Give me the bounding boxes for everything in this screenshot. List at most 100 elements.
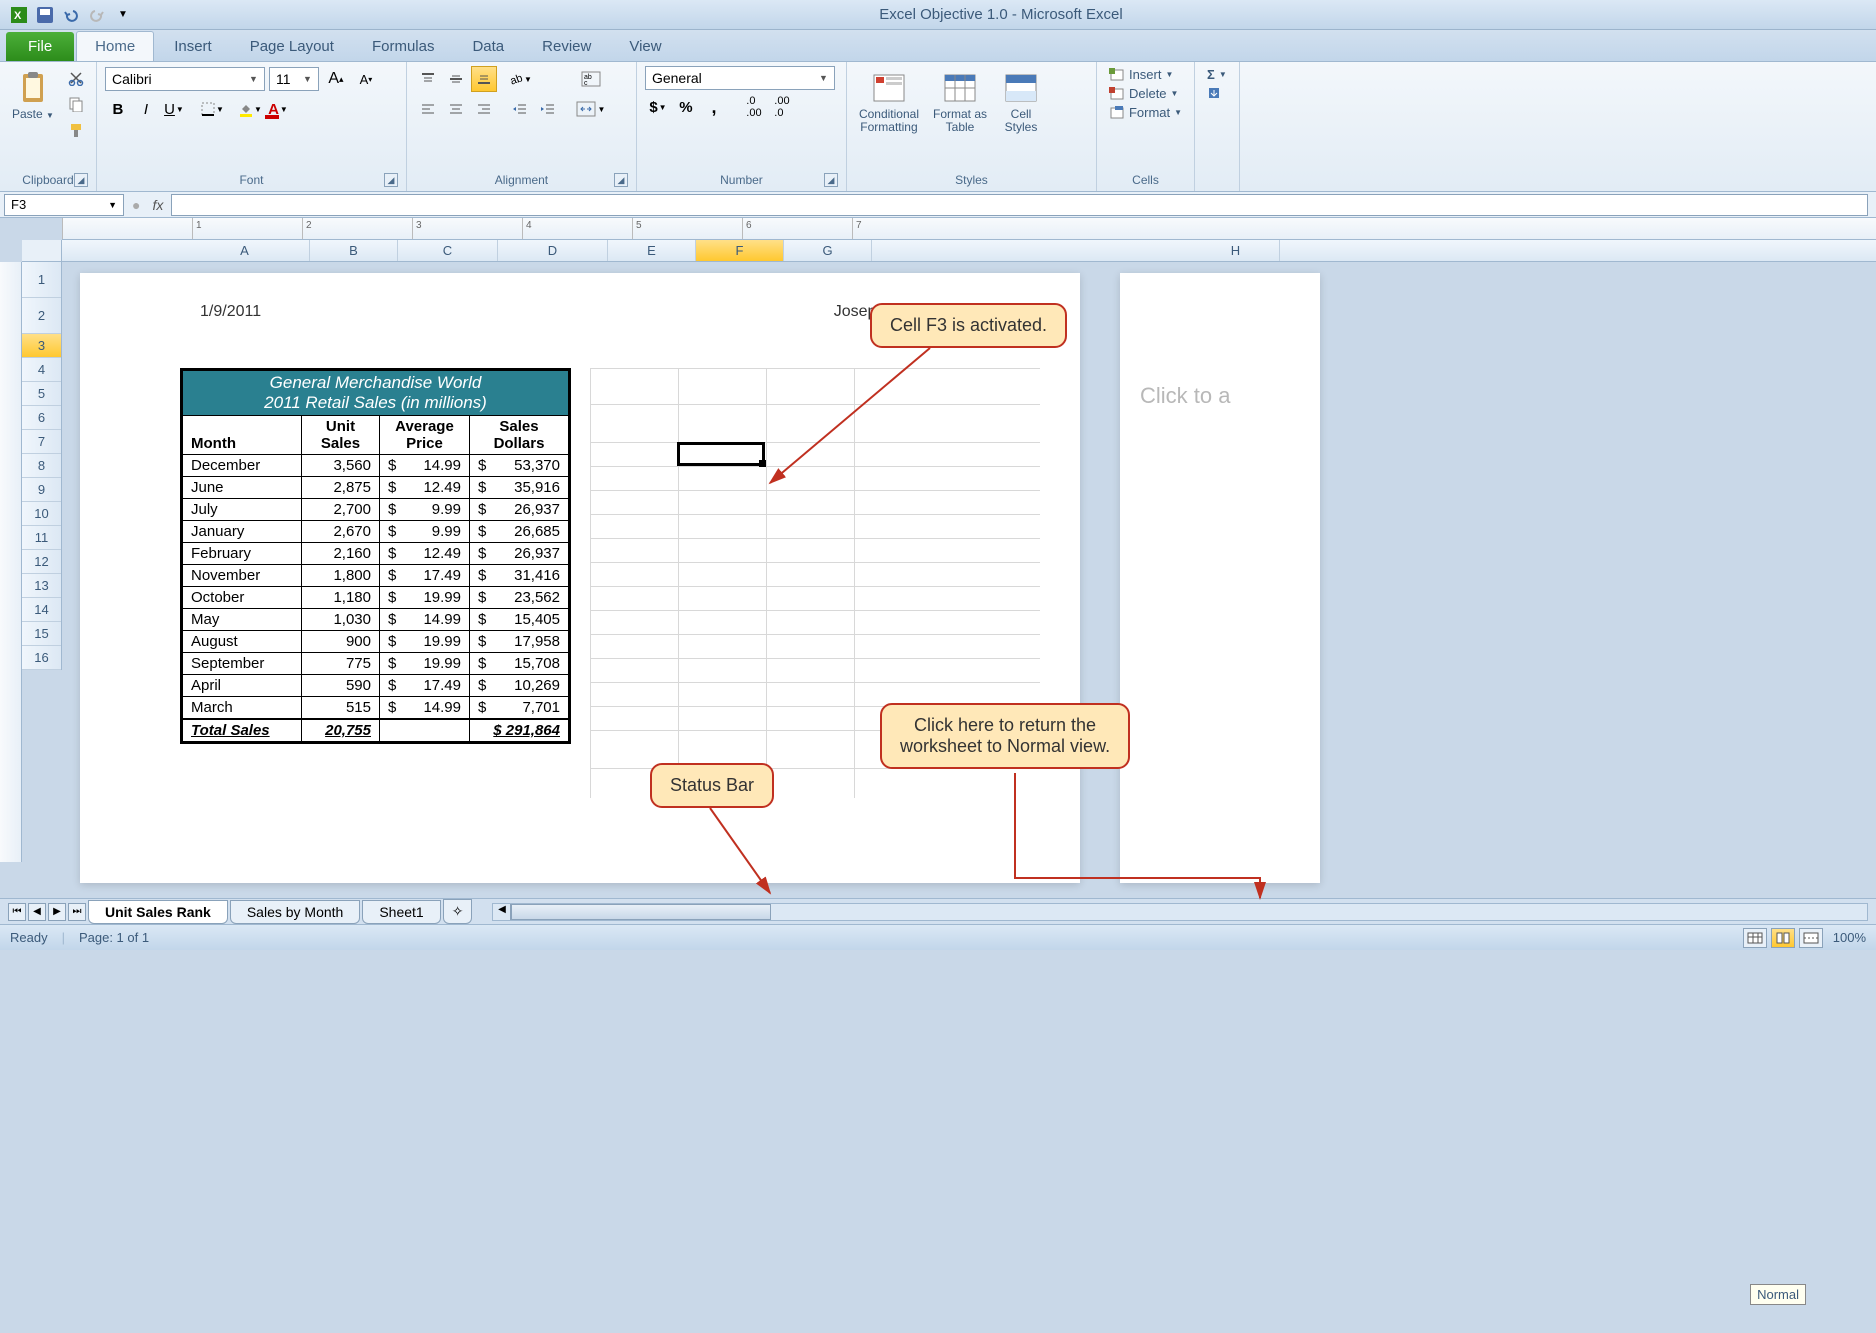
format-cells-button[interactable]: Format▼	[1105, 104, 1186, 121]
grow-font-icon[interactable]: A▴	[323, 66, 349, 92]
format-as-table-button[interactable]: Format as Table	[929, 66, 991, 138]
save-icon[interactable]	[34, 4, 56, 26]
sheet-tab-0[interactable]: Unit Sales Rank	[88, 900, 228, 924]
name-box[interactable]: F3▼	[4, 194, 124, 216]
sales-table[interactable]: General Merchandise World 2011 Retail Sa…	[180, 368, 571, 744]
row-header-2[interactable]: 2	[22, 298, 61, 334]
row-header-15[interactable]: 15	[22, 622, 61, 646]
table-row[interactable]: October1,18019.9923,562	[182, 587, 570, 609]
sheet-nav-first[interactable]: ⏮	[8, 903, 26, 921]
align-top-icon[interactable]	[415, 66, 441, 92]
table-row[interactable]: August90019.9917,958	[182, 631, 570, 653]
align-left-icon[interactable]	[415, 96, 441, 122]
col-header-h[interactable]: H	[1192, 240, 1280, 261]
row-header-11[interactable]: 11	[22, 526, 61, 550]
file-tab[interactable]: File	[6, 32, 74, 61]
copy-icon[interactable]	[64, 92, 88, 116]
table-row[interactable]: March51514.997,701	[182, 697, 570, 720]
fx-label[interactable]: fx	[144, 197, 171, 213]
number-dialog-launcher[interactable]: ◢	[824, 173, 838, 187]
sheet-nav-last[interactable]: ⏭	[68, 903, 86, 921]
normal-view-button[interactable]	[1743, 928, 1767, 948]
row-header-4[interactable]: 4	[22, 358, 61, 382]
tab-view[interactable]: View	[611, 32, 679, 61]
row-header-10[interactable]: 10	[22, 502, 61, 526]
row-header-14[interactable]: 14	[22, 598, 61, 622]
table-row[interactable]: June2,87512.4935,916	[182, 477, 570, 499]
insert-cells-button[interactable]: Insert▼	[1105, 66, 1186, 83]
conditional-formatting-button[interactable]: Conditional Formatting	[855, 66, 923, 138]
cut-icon[interactable]	[64, 66, 88, 90]
formula-input[interactable]	[171, 194, 1868, 216]
redo-icon[interactable]	[86, 4, 108, 26]
row-header-1[interactable]: 1	[22, 262, 61, 298]
select-all-corner[interactable]	[22, 240, 62, 262]
paste-button[interactable]: Paste ▼	[8, 66, 58, 125]
format-painter-icon[interactable]	[64, 118, 88, 142]
col-header-c[interactable]: C	[398, 240, 498, 261]
row-header-8[interactable]: 8	[22, 454, 61, 478]
comma-format-button[interactable]: ,	[701, 94, 727, 120]
cell-styles-button[interactable]: Cell Styles	[997, 66, 1045, 138]
row-header-5[interactable]: 5	[22, 382, 61, 406]
col-header-g[interactable]: G	[784, 240, 872, 261]
increase-decimal-button[interactable]: .0.00	[741, 94, 767, 120]
row-header-3[interactable]: 3	[22, 334, 61, 358]
align-center-icon[interactable]	[443, 96, 469, 122]
delete-cells-button[interactable]: Delete▼	[1105, 85, 1186, 102]
qat-customize-icon[interactable]: ▼	[112, 4, 134, 26]
table-row[interactable]: April59017.4910,269	[182, 675, 570, 697]
increase-indent-icon[interactable]	[535, 96, 561, 122]
col-header-d[interactable]: D	[498, 240, 608, 261]
col-header-a[interactable]: A	[180, 240, 310, 261]
merge-center-button[interactable]: ▼	[575, 96, 607, 122]
font-dialog-launcher[interactable]: ◢	[384, 173, 398, 187]
table-row[interactable]: July2,7009.9926,937	[182, 499, 570, 521]
table-row[interactable]: February2,16012.4926,937	[182, 543, 570, 565]
zoom-level[interactable]: 100%	[1833, 930, 1866, 945]
row-header-12[interactable]: 12	[22, 550, 61, 574]
table-row[interactable]: December3,56014.9953,370	[182, 455, 570, 477]
clipboard-dialog-launcher[interactable]: ◢	[74, 173, 88, 187]
align-right-icon[interactable]	[471, 96, 497, 122]
page-break-view-button[interactable]	[1799, 928, 1823, 948]
font-name-combo[interactable]: Calibri▼	[105, 67, 265, 91]
shrink-font-icon[interactable]: A▾	[353, 66, 379, 92]
active-cell[interactable]	[677, 442, 765, 466]
tab-formulas[interactable]: Formulas	[354, 32, 453, 61]
row-header-16[interactable]: 16	[22, 646, 61, 670]
fill-button[interactable]	[1203, 85, 1231, 101]
tab-page-layout[interactable]: Page Layout	[232, 32, 352, 61]
decrease-decimal-button[interactable]: .00.0	[769, 94, 795, 120]
new-sheet-button[interactable]: ✧	[443, 899, 473, 924]
tab-data[interactable]: Data	[454, 32, 522, 61]
table-row[interactable]: September77519.9915,708	[182, 653, 570, 675]
row-header-9[interactable]: 9	[22, 478, 61, 502]
tab-review[interactable]: Review	[524, 32, 609, 61]
italic-button[interactable]: I	[133, 96, 159, 122]
underline-button[interactable]: U▼	[161, 96, 187, 122]
wrap-text-button[interactable]: abc	[575, 66, 607, 92]
horizontal-scrollbar[interactable]: ◀	[492, 903, 1868, 921]
alignment-dialog-launcher[interactable]: ◢	[614, 173, 628, 187]
row-header-6[interactable]: 6	[22, 406, 61, 430]
col-header-f[interactable]: F	[696, 240, 784, 261]
fill-color-button[interactable]: ▼	[237, 96, 263, 122]
row-header-13[interactable]: 13	[22, 574, 61, 598]
tab-insert[interactable]: Insert	[156, 32, 230, 61]
col-header-e[interactable]: E	[608, 240, 696, 261]
tab-home[interactable]: Home	[76, 31, 154, 61]
number-format-combo[interactable]: General▼	[645, 66, 835, 90]
table-row[interactable]: May1,03014.9915,405	[182, 609, 570, 631]
table-row[interactable]: November1,80017.4931,416	[182, 565, 570, 587]
row-header-7[interactable]: 7	[22, 430, 61, 454]
sheet-tab-2[interactable]: Sheet1	[362, 900, 440, 924]
sheet-nav-next[interactable]: ▶	[48, 903, 66, 921]
percent-format-button[interactable]: %	[673, 94, 699, 120]
col-header-b[interactable]: B	[310, 240, 398, 261]
font-size-combo[interactable]: 11▼	[269, 67, 319, 91]
accounting-format-button[interactable]: $▼	[645, 94, 671, 120]
sheet-tab-1[interactable]: Sales by Month	[230, 900, 361, 924]
align-middle-icon[interactable]	[443, 66, 469, 92]
border-button[interactable]: ▼	[199, 96, 225, 122]
